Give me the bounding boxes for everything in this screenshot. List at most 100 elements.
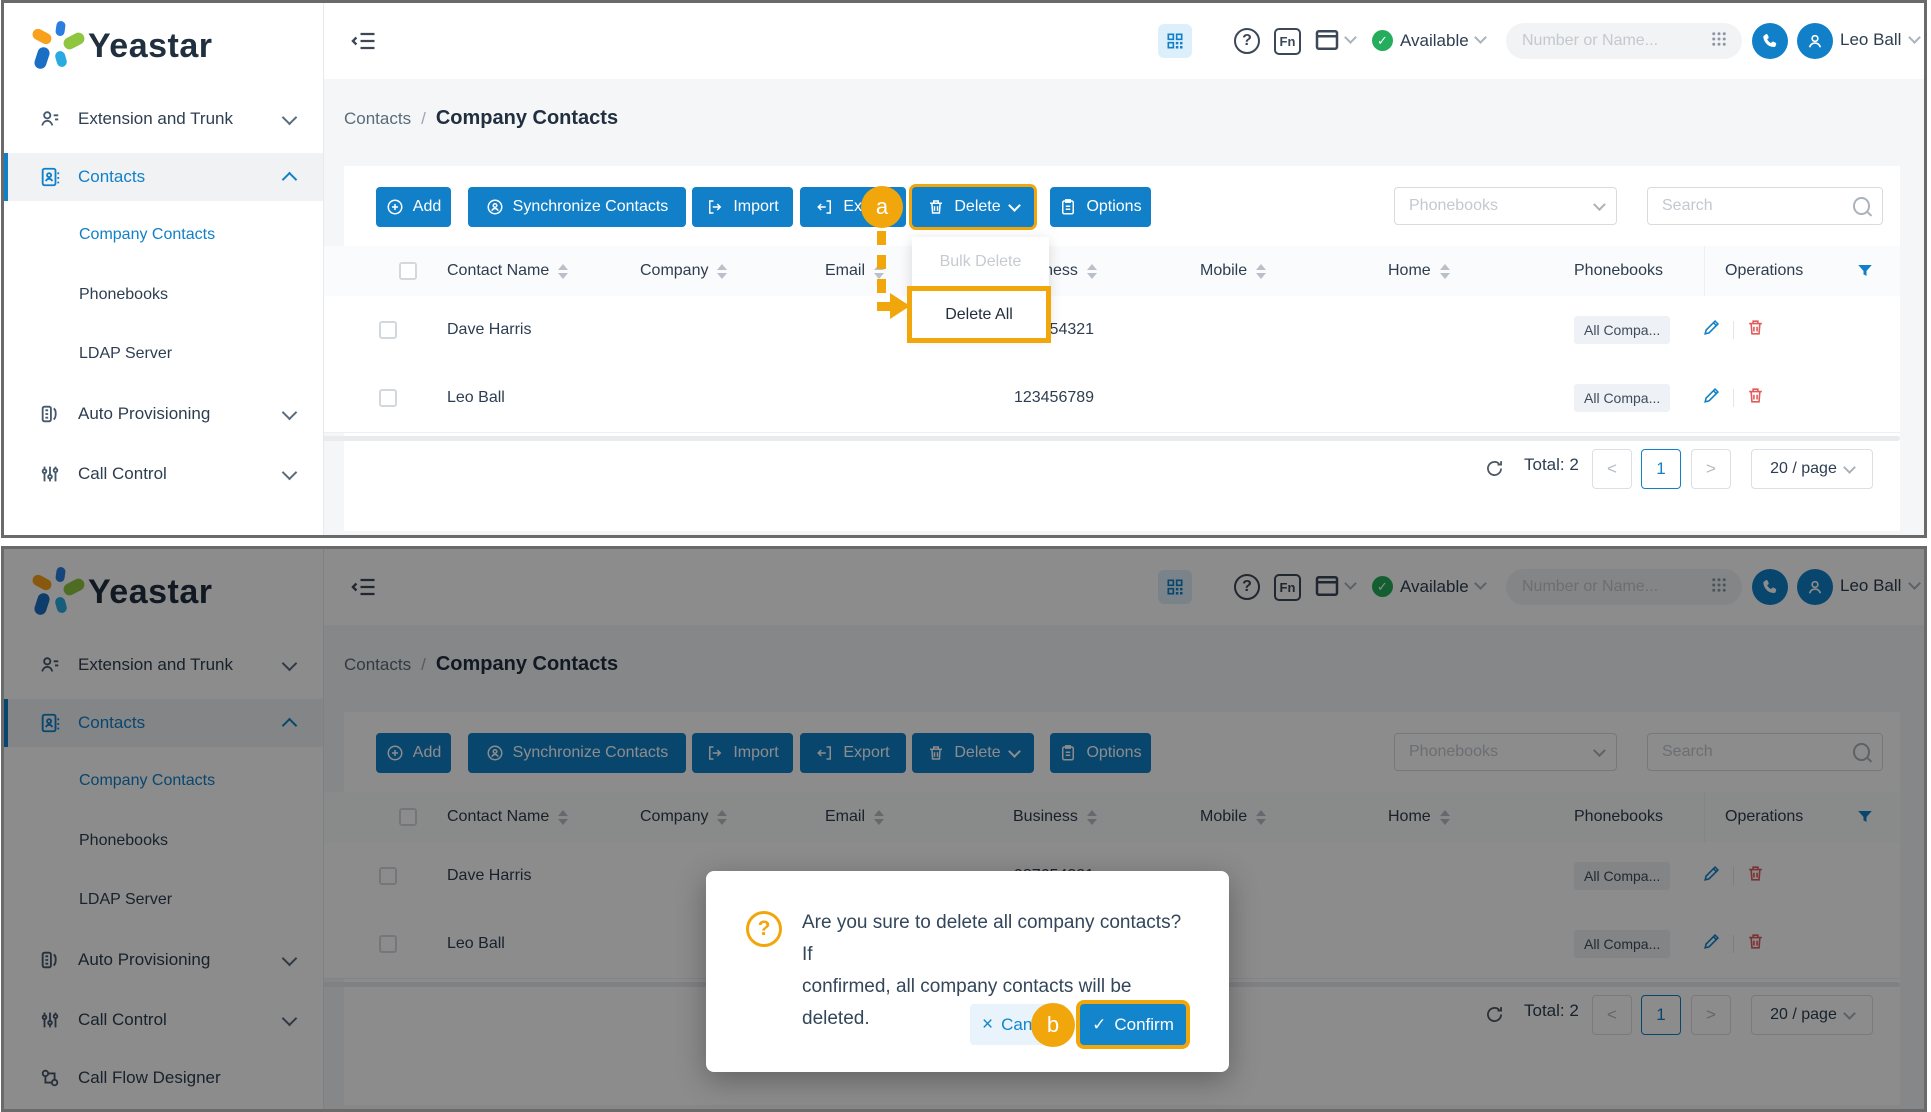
plus-circle-icon [386,198,404,216]
chevron-down-icon [1008,199,1021,212]
annotation-arrow-line [877,231,886,311]
sidebar-item-company-contacts[interactable]: Company Contacts [4,211,323,259]
contact-name-cell: Leo Ball [447,364,505,432]
collapse-menu-icon[interactable] [350,27,378,60]
sidebar-item-label: Extension and Trunk [78,109,233,129]
column-header-contact-name[interactable]: Contact Name [447,246,568,296]
sort-icon[interactable] [1440,264,1450,279]
chevron-down-icon[interactable] [1474,31,1487,44]
row-checkbox[interactable] [379,321,397,339]
breadcrumb-parent[interactable]: Contacts [344,109,411,129]
table-search-box[interactable] [1647,187,1883,225]
confirm-button[interactable]: ✓ Confirm [1080,1004,1186,1045]
sync-button-label: Synchronize Contacts [513,198,669,216]
chevron-down-icon [1843,461,1856,474]
edit-icon[interactable] [1702,386,1721,410]
phonebooks-filter-select[interactable] [1394,187,1617,225]
user-name[interactable]: Leo Ball [1840,30,1901,50]
select-all-checkbox[interactable] [399,262,417,280]
add-button[interactable]: Add [376,187,451,227]
phonebooks-filter-input[interactable] [1407,196,1595,216]
delete-button[interactable]: Delete [912,187,1034,227]
sync-contact-icon [486,198,504,216]
operations-cell [1702,364,1765,432]
column-header-email[interactable]: Email [825,246,884,296]
edit-icon[interactable] [1702,318,1721,342]
function-keys-icon[interactable]: Fn [1274,28,1301,55]
chevron-down-icon[interactable] [1908,31,1921,44]
add-button-label: Add [413,198,441,216]
delete-row-icon[interactable] [1746,386,1765,410]
screenshot-panel-bottom: Yeastar Extension and Trunk Contacts Com… [1,546,1927,1112]
chevron-down-icon[interactable] [1344,31,1357,44]
export-icon [816,198,834,216]
sidebar-item-label: Contacts [78,167,145,187]
sidebar-item-contacts[interactable]: Contacts [4,153,323,201]
sort-icon[interactable] [1256,264,1266,279]
confirm-dialog: ? Are you sure to delete all company con… [706,871,1229,1072]
sidebar: Yeastar Extension and Trunk Contacts Com… [4,3,324,535]
filter-icon[interactable] [1856,262,1874,285]
page-size-select[interactable]: 20 / page [1751,449,1873,489]
status-label[interactable]: Available [1400,31,1469,51]
sidebar-item-call-control[interactable]: Call Control [4,450,323,498]
dialpad-icon[interactable] [1710,30,1728,53]
logo-petal [33,46,51,71]
operations-cell [1702,296,1765,364]
topbar: ? Fn ✓ Available Leo Ball [324,3,1924,79]
sort-icon[interactable] [558,264,568,279]
sidebar-item-auto-provisioning[interactable]: Auto Provisioning [4,390,323,438]
table-search-input[interactable] [1660,196,1853,216]
extension-icon [38,107,62,131]
column-header-company[interactable]: Company [640,246,727,296]
sort-icon[interactable] [1087,264,1097,279]
sidebar-item-label: Company Contacts [79,226,215,244]
row-checkbox[interactable] [379,389,397,407]
delete-button-label: Delete [954,198,1000,216]
prev-page-button[interactable]: < [1592,449,1632,489]
logo-petal [55,20,66,36]
business-cell: 123456789 [984,364,1124,432]
divider [1733,321,1734,339]
screenshot-panel-top: Yeastar Extension and Trunk Contacts Com… [1,0,1927,538]
help-icon[interactable]: ? [1234,28,1260,54]
screenshot-stage: Yeastar Extension and Trunk Contacts Com… [0,0,1931,1112]
dial-search-box[interactable] [1506,23,1742,59]
column-header-home[interactable]: Home [1388,246,1450,296]
chevron-down-icon [282,404,298,420]
logo-petal [31,27,54,46]
clipboard-icon [1059,198,1077,216]
menu-item-delete-all[interactable]: Delete All [907,286,1051,343]
sidebar-item-phonebooks[interactable]: Phonebooks [4,271,323,319]
breadcrumb: Contacts / Company Contacts [344,107,618,130]
delete-row-icon[interactable] [1746,318,1765,342]
contacts-icon [38,165,62,189]
options-button[interactable]: Options [1050,187,1151,227]
column-header-mobile[interactable]: Mobile [1200,246,1266,296]
sidebar-item-ldap-server[interactable]: LDAP Server [4,330,323,378]
page-number-button[interactable]: 1 [1641,449,1681,489]
import-button-label: Import [733,198,778,216]
call-button[interactable] [1752,23,1788,59]
window-panel-icon[interactable] [1312,25,1342,60]
logo-wordmark: Yeastar [88,27,213,66]
sidebar-item-extension-and-trunk[interactable]: Extension and Trunk [4,95,323,143]
total-count: Total: 2 [1524,455,1579,475]
close-icon: × [982,1014,993,1036]
sort-icon[interactable] [717,264,727,279]
status-available-icon: ✓ [1372,30,1393,51]
import-button[interactable]: Import [692,187,793,227]
column-header-phonebooks[interactable]: Phonebooks [1574,246,1663,296]
next-page-button[interactable]: > [1691,449,1731,489]
phonebooks-cell: All Compa... [1574,364,1670,432]
dial-search-input[interactable] [1520,31,1684,51]
search-icon [1853,197,1870,215]
confirm-button-label: Confirm [1114,1015,1174,1035]
synchronize-contacts-button[interactable]: Synchronize Contacts [468,187,686,227]
qr-code-icon[interactable] [1158,24,1192,58]
avatar[interactable] [1797,23,1833,59]
refresh-icon[interactable] [1484,458,1505,484]
annotation-step-b: b [1031,1003,1075,1047]
contact-name-cell: Dave Harris [447,296,531,364]
options-button-label: Options [1086,198,1141,216]
